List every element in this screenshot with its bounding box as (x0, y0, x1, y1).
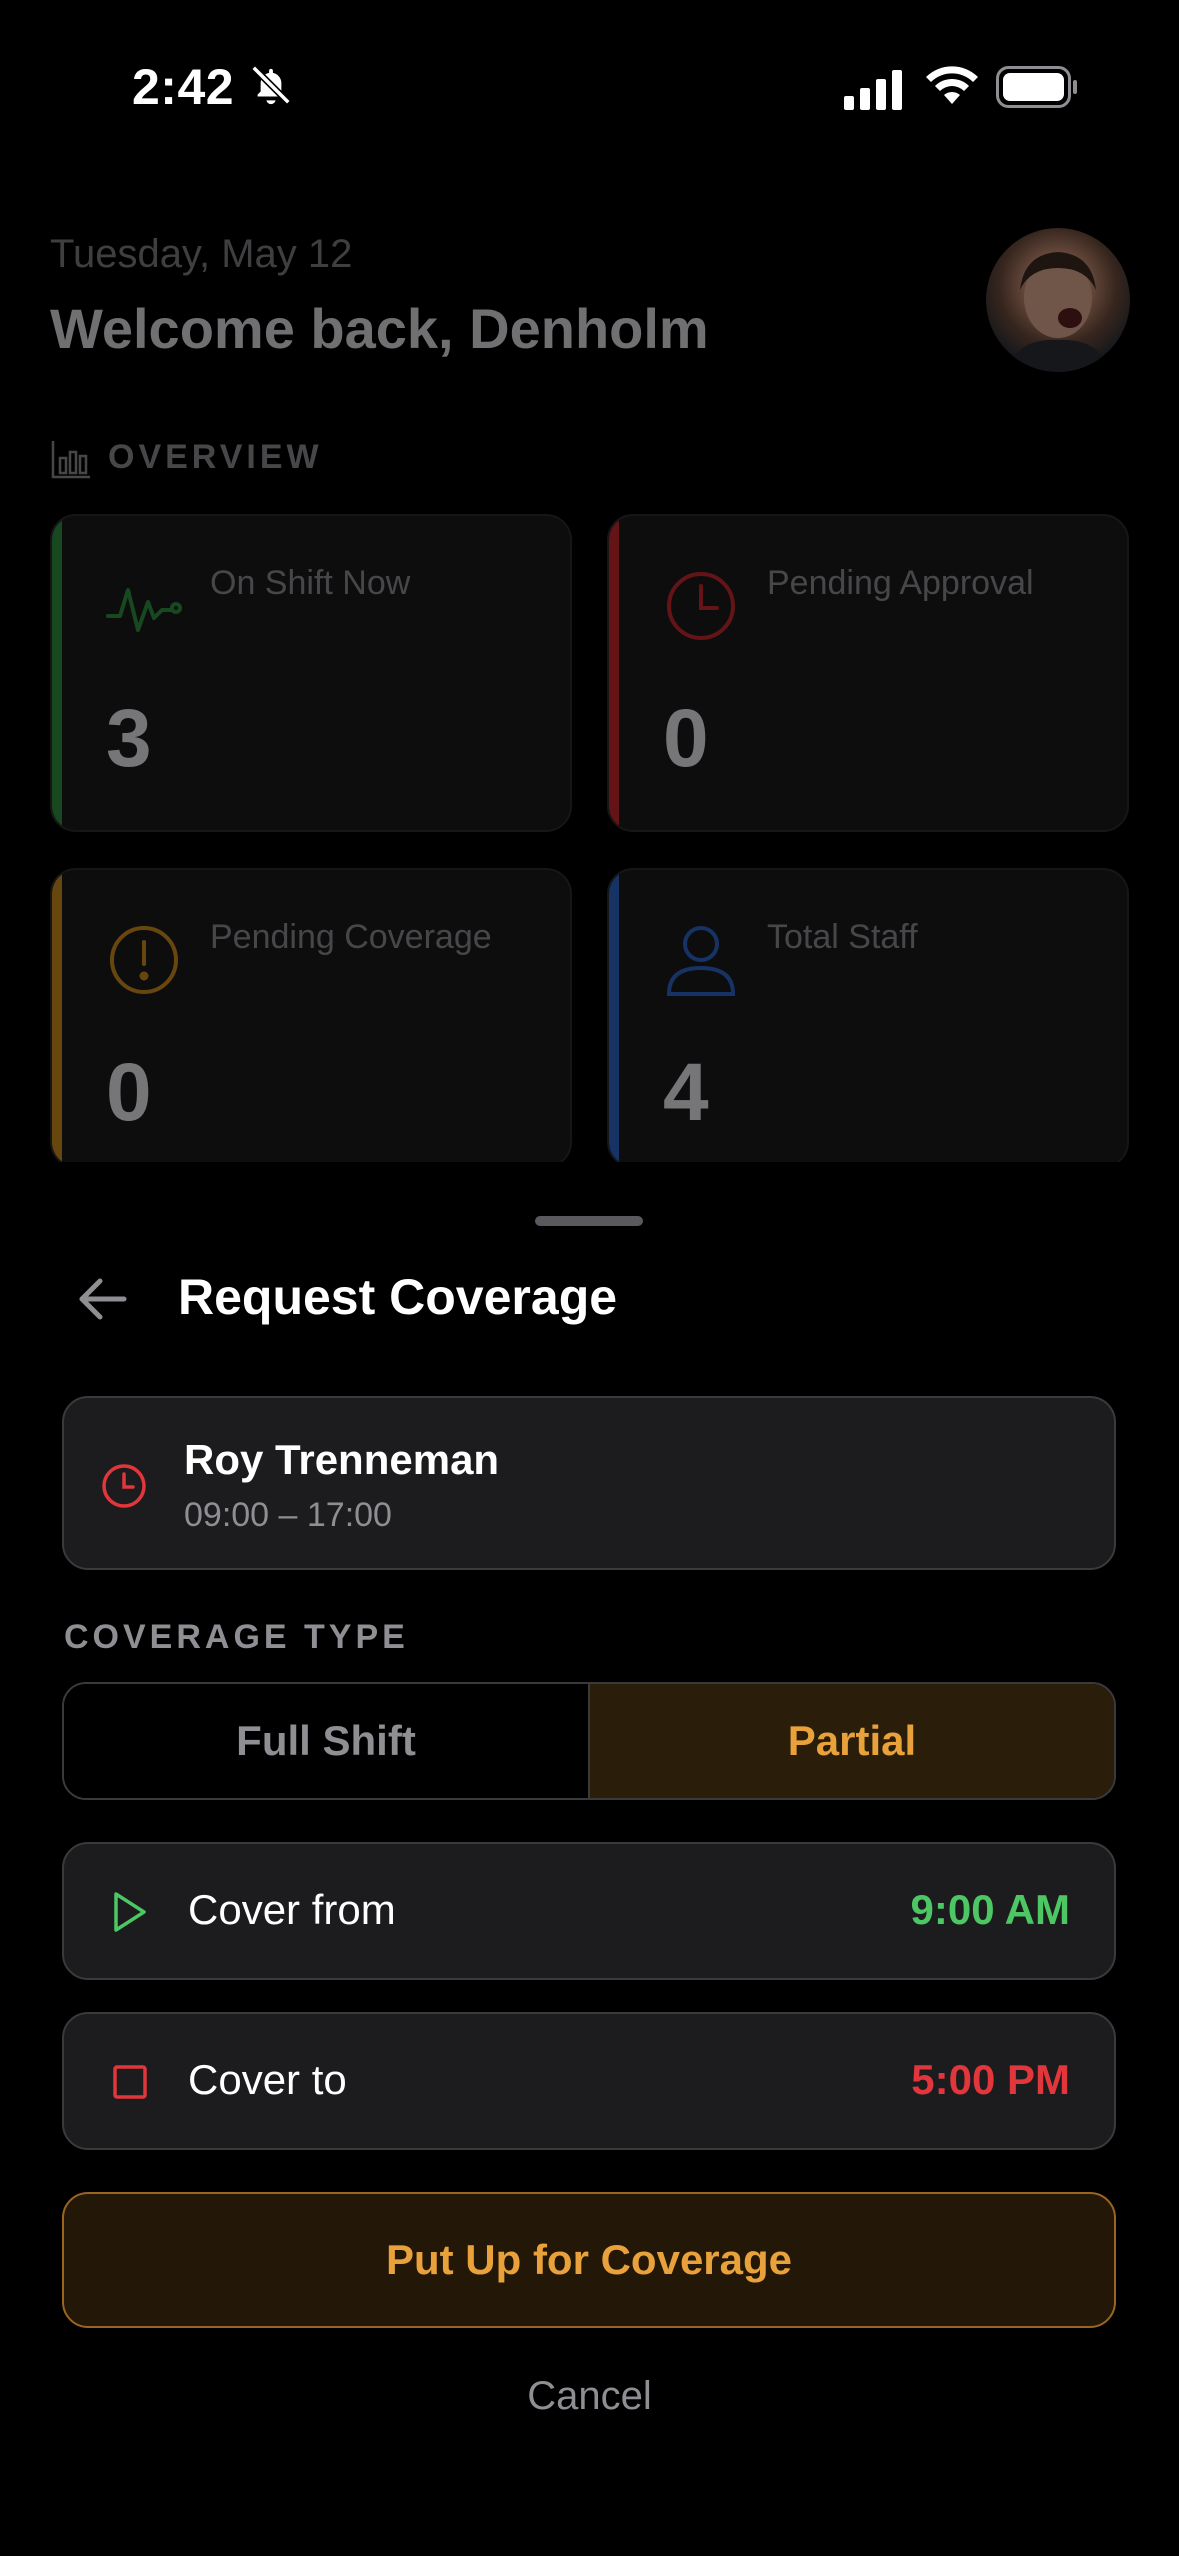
pending-approval-card[interactable]: Pending Approval 0 (607, 514, 1129, 832)
battery-icon (996, 66, 1078, 113)
sheet-drag-handle[interactable] (535, 1216, 643, 1226)
welcome-heading: Welcome back, Denholm (50, 297, 709, 360)
cover-to-row[interactable]: Cover to 5:00 PM (62, 2012, 1116, 2150)
cover-from-time[interactable]: 9:00 AM (911, 1886, 1071, 1934)
current-date: Tuesday, May 12 (50, 232, 353, 276)
shift-time-range: 09:00 – 17:00 (184, 1496, 392, 1534)
cover-from-row[interactable]: Cover from 9:00 AM (62, 1842, 1116, 1980)
on-shift-now-card[interactable]: On Shift Now 3 (50, 514, 572, 832)
card-label: Total Staff (767, 918, 918, 956)
card-label: Pending Coverage (210, 918, 492, 956)
bell-muted-icon (248, 62, 294, 113)
clock-icon (663, 568, 739, 649)
person-icon (663, 922, 739, 1003)
shift-employee-name: Roy Trenneman (184, 1436, 500, 1483)
status-time: 2:42 (132, 59, 235, 115)
card-value: 4 (663, 1047, 709, 1138)
shift-summary-card: Roy Trenneman 09:00 – 17:00 (62, 1396, 1116, 1570)
wifi-icon (924, 64, 980, 113)
card-value: 0 (106, 1047, 152, 1138)
card-value: 0 (663, 693, 709, 784)
overview-label: OVERVIEW (108, 438, 323, 476)
full-shift-option[interactable]: Full Shift (64, 1684, 588, 1798)
partial-option[interactable]: Partial (588, 1684, 1114, 1798)
card-label: Pending Approval (767, 564, 1034, 602)
play-icon (110, 1890, 150, 1939)
cover-from-label: Cover from (188, 1886, 396, 1933)
put-up-for-coverage-button[interactable]: Put Up for Coverage (62, 2192, 1116, 2328)
sheet-title: Request Coverage (178, 1269, 618, 1325)
alert-circle-icon (106, 922, 182, 1003)
total-staff-card[interactable]: Total Staff 4 (607, 868, 1129, 1168)
bar-chart-icon (50, 438, 92, 485)
coverage-type-label: COVERAGE TYPE (64, 1618, 409, 1656)
card-label: On Shift Now (210, 564, 411, 602)
activity-icon (106, 568, 182, 649)
coverage-type-segmented-control: Full Shift Partial (62, 1682, 1116, 1800)
cancel-button[interactable]: Cancel (0, 2374, 1179, 2419)
cover-to-label: Cover to (188, 2056, 347, 2103)
clock-icon (100, 1462, 148, 1515)
pending-coverage-card[interactable]: Pending Coverage 0 (50, 868, 572, 1168)
avatar[interactable] (986, 228, 1130, 372)
cellular-signal-icon (844, 70, 906, 115)
stop-icon (110, 2060, 150, 2109)
card-value: 3 (106, 693, 152, 784)
back-arrow-icon[interactable] (76, 1276, 136, 1326)
cover-to-time[interactable]: 5:00 PM (911, 2056, 1070, 2104)
